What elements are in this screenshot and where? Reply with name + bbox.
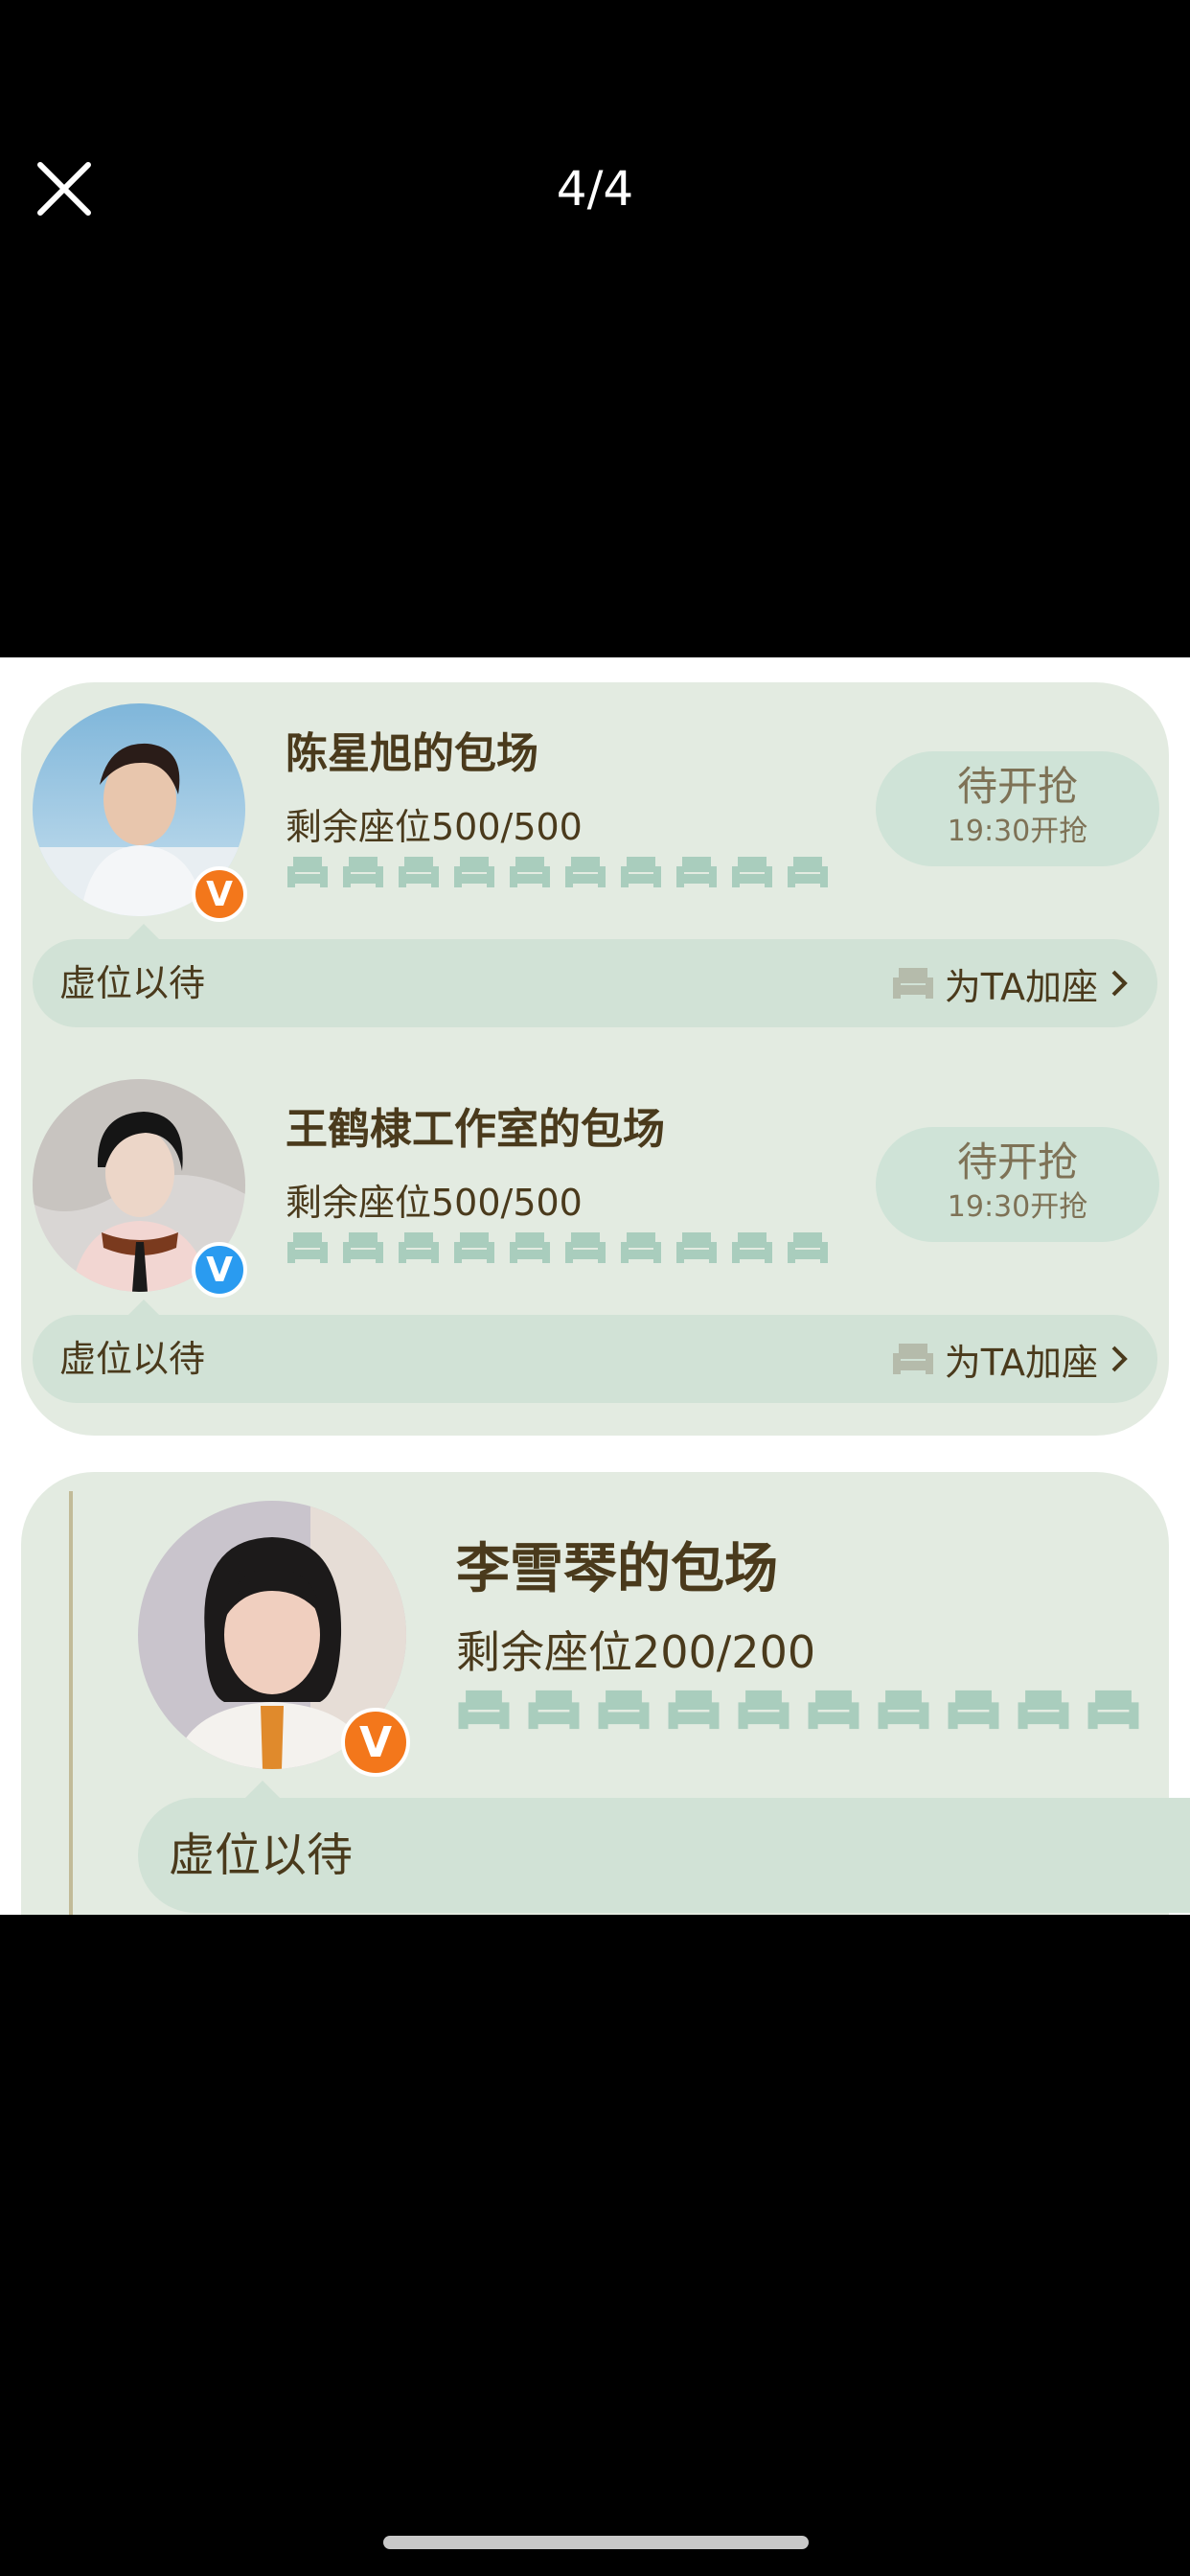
- seat-icon: [621, 1232, 661, 1263]
- grab-start-time: 19:30开抢: [947, 1190, 1088, 1224]
- bar-pointer: [128, 924, 159, 939]
- seat-icon-row: [286, 853, 830, 891]
- seat-icon: [528, 1690, 580, 1730]
- seat-status-bar: 虚位以待 为TA加座: [33, 939, 1157, 1027]
- group-booking-card: V 李雪琴的包场 剩余座位200/200 虚位以待: [21, 1472, 1190, 1915]
- verified-badge-icon: V: [192, 866, 247, 922]
- seat-icon: [878, 1690, 929, 1730]
- vacant-label: 虚位以待: [59, 1338, 206, 1380]
- seat-icon: [732, 1232, 772, 1263]
- seat-icon: [788, 1232, 828, 1263]
- vacant-label: 虚位以待: [169, 1828, 354, 1882]
- seat-icon: [287, 1232, 328, 1263]
- seat-icon: [676, 1232, 717, 1263]
- timeline-line: [69, 1491, 73, 1915]
- seat-icon: [948, 1690, 999, 1730]
- seat-status-bar: 虚位以待: [138, 1798, 1190, 1913]
- seat-icon: [565, 1232, 606, 1263]
- seat-icon: [510, 1232, 550, 1263]
- seat-icon: [788, 857, 828, 887]
- sofa-add-icon: [892, 1344, 933, 1374]
- seat-icon: [399, 857, 439, 887]
- seat-icon: [1087, 1690, 1139, 1730]
- seat-icon: [287, 857, 328, 887]
- grab-seat-button[interactable]: 待开抢 19:30开抢: [876, 1127, 1159, 1242]
- add-seat-button[interactable]: 为TA加座: [891, 1315, 1131, 1403]
- avatar[interactable]: V: [138, 1501, 410, 1777]
- seat-icon: [454, 857, 494, 887]
- remaining-seats: 剩余座位500/500: [286, 806, 583, 848]
- add-seat-label: 为TA加座: [944, 965, 1098, 1008]
- seat-icon: [668, 1690, 720, 1730]
- seat-icon: [565, 857, 606, 887]
- group-booking-card: V 陈星旭的包场 剩余座位500/500 待开抢 19:30开抢 虚位以待 为T…: [21, 682, 1169, 1436]
- verified-badge-icon: V: [341, 1708, 410, 1777]
- grab-button-label: 待开抢: [956, 1138, 1078, 1185]
- seat-icon: [458, 1690, 510, 1730]
- bar-pointer: [243, 1781, 282, 1800]
- chevron-right-icon: [1111, 1346, 1128, 1372]
- seat-status-bar: 虚位以待 为TA加座: [33, 1315, 1157, 1403]
- home-indicator[interactable]: [383, 2536, 809, 2549]
- seat-icon: [621, 857, 661, 887]
- page-counter: 4/4: [556, 161, 634, 217]
- chevron-right-icon: [1111, 970, 1128, 997]
- seat-icon-row: [456, 1685, 1141, 1735]
- seat-icon: [454, 1232, 494, 1263]
- avatar[interactable]: V: [33, 703, 247, 922]
- grab-seat-button[interactable]: 待开抢 19:30开抢: [876, 751, 1159, 866]
- remaining-seats: 剩余座位200/200: [456, 1626, 816, 1678]
- booking-row: V 王鹤棣工作室的包场 剩余座位500/500 待开抢 19:30开抢 虚位以待…: [21, 1058, 1169, 1432]
- remaining-seats: 剩余座位500/500: [286, 1182, 583, 1224]
- grab-start-time: 19:30开抢: [947, 815, 1088, 848]
- vacant-label: 虚位以待: [59, 962, 206, 1004]
- grab-button-label: 待开抢: [956, 763, 1078, 810]
- add-seat-button[interactable]: 为TA加座: [891, 939, 1131, 1027]
- seat-icon: [399, 1232, 439, 1263]
- bar-pointer: [128, 1300, 159, 1315]
- seat-icon: [343, 857, 383, 887]
- avatar[interactable]: V: [33, 1079, 247, 1298]
- booking-row: V 陈星旭的包场 剩余座位500/500 待开抢 19:30开抢 虚位以待 为T…: [21, 682, 1169, 1056]
- add-seat-label: 为TA加座: [944, 1341, 1098, 1384]
- seat-icon: [676, 857, 717, 887]
- verified-badge-icon: V: [192, 1242, 247, 1298]
- seat-icon: [1018, 1690, 1069, 1730]
- booking-title: 李雪琴的包场: [456, 1538, 778, 1600]
- seat-icon: [732, 857, 772, 887]
- sofa-add-icon: [892, 968, 933, 999]
- seat-icon-row: [286, 1229, 830, 1267]
- seat-icon: [738, 1690, 790, 1730]
- seat-icon: [598, 1690, 650, 1730]
- seat-icon: [808, 1690, 859, 1730]
- seat-icon: [343, 1232, 383, 1263]
- seat-icon: [510, 857, 550, 887]
- screenshot-image: V 陈星旭的包场 剩余座位500/500 待开抢 19:30开抢 虚位以待 为T…: [0, 657, 1190, 1915]
- booking-title: 陈星旭的包场: [286, 729, 538, 778]
- booking-title: 王鹤棣工作室的包场: [286, 1105, 665, 1154]
